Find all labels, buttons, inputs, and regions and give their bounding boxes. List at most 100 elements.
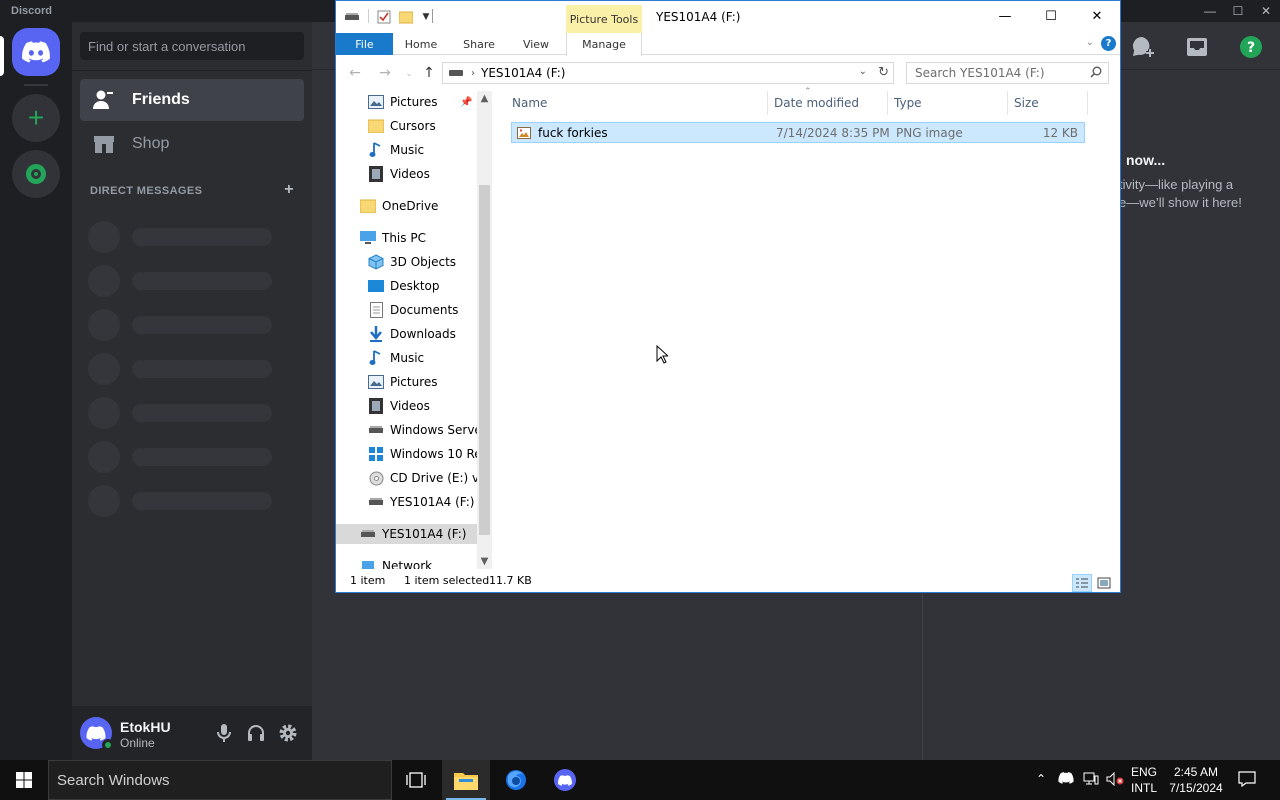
nav-item-pictures[interactable]: Pictures	[368, 92, 438, 112]
nav-item-yes101a4-selected[interactable]: YES101A4 (F:)	[336, 524, 477, 544]
recent-locations-icon[interactable]: ⌄	[400, 64, 418, 82]
search-icon[interactable]	[1090, 66, 1102, 81]
nav-item-cursors[interactable]: Cursors	[368, 116, 436, 136]
nav-item-3d-objects[interactable]: 3D Objects	[368, 252, 456, 272]
column-date-modified[interactable]: Date modified	[768, 91, 888, 115]
discord-home-button[interactable]	[12, 28, 60, 76]
input-language[interactable]: ENG INTL	[1128, 764, 1160, 796]
up-arrow-icon[interactable]: ↑	[420, 64, 438, 82]
notifications-icon[interactable]	[1238, 771, 1256, 790]
chevron-down-icon[interactable]: ⌄	[859, 66, 867, 77]
folder-icon	[454, 773, 478, 790]
nav-item-windows-10[interactable]: Windows 10 Red	[368, 444, 489, 464]
firefox-taskbar-button[interactable]	[492, 760, 540, 800]
column-name[interactable]: Name	[506, 91, 768, 115]
friends-nav-item[interactable]: Friends	[80, 79, 304, 121]
explore-button[interactable]	[12, 150, 60, 198]
active-now-title: now...	[1126, 152, 1166, 168]
chevron-down-icon[interactable]: ⌄	[1086, 37, 1094, 48]
pc-icon	[360, 230, 376, 246]
column-type[interactable]: Type	[888, 91, 1008, 115]
column-size[interactable]: Size	[1008, 91, 1088, 115]
nav-item-desktop[interactable]: Desktop	[368, 276, 440, 296]
minimize-icon[interactable]: —	[1196, 0, 1224, 22]
breadcrumb-separator-icon[interactable]: ›	[471, 68, 475, 79]
keyboard-layout: INTL	[1130, 781, 1157, 795]
task-view-icon	[406, 772, 426, 788]
clock[interactable]: 2:45 AM 7/15/2024	[1164, 764, 1228, 796]
add-server-button[interactable]: +	[12, 94, 60, 142]
help-icon[interactable]: ?	[1238, 34, 1264, 60]
shop-label: Shop	[132, 135, 170, 152]
conversation-search[interactable]: Find or start a conversation	[80, 32, 304, 60]
inbox-icon[interactable]	[1184, 34, 1210, 60]
address-bar[interactable]: › YES101A4 (F:) ⌄ ↻	[442, 62, 894, 84]
avatar[interactable]	[80, 717, 114, 751]
search-input[interactable]: Search YES101A4 (F:)	[906, 62, 1109, 84]
back-arrow-icon[interactable]: ←	[346, 64, 364, 82]
tab-manage[interactable]: Manage	[566, 33, 642, 56]
headphones-icon[interactable]	[244, 721, 268, 745]
details-view-icon[interactable]	[1072, 574, 1092, 592]
nav-item-label: Desktop	[390, 279, 440, 293]
ribbon-tabs: File Home Share View Manage ⌄ ?	[336, 33, 1120, 56]
windows-drive-icon	[368, 446, 384, 462]
nav-item-music[interactable]: Music	[368, 140, 424, 160]
active-indicator	[0, 36, 4, 76]
nav-item-windows-server[interactable]: Windows Server	[368, 420, 487, 440]
maximize-icon[interactable]: ☐	[1028, 1, 1074, 31]
nav-item-music[interactable]: Music	[368, 348, 424, 368]
breadcrumb-current[interactable]: YES101A4 (F:)	[481, 66, 565, 80]
volume-muted-icon[interactable]	[1106, 771, 1124, 789]
file-row[interactable]: fuck forkies 7/14/2024 8:35 PM PNG image…	[511, 122, 1085, 143]
nav-item-yes101a4[interactable]: YES101A4 (F:)	[368, 492, 474, 512]
nav-item-videos[interactable]: Videos	[368, 396, 430, 416]
nav-item-this-pc[interactable]: This PC	[360, 228, 426, 248]
scrollbar-thumb[interactable]	[479, 185, 490, 535]
minimize-icon[interactable]: —	[982, 1, 1028, 31]
nav-item-cd-drive[interactable]: CD Drive (E:) virt	[368, 468, 492, 488]
scroll-up-icon[interactable]: ▲	[477, 93, 492, 104]
taskbar-search-input[interactable]: Search Windows	[48, 760, 392, 800]
scroll-down-icon[interactable]: ▼	[477, 556, 492, 567]
help-icon[interactable]: ?	[1101, 36, 1116, 51]
discord-tray-icon[interactable]	[1058, 772, 1074, 787]
selected-count: 1 item selected	[404, 574, 490, 587]
gear-icon[interactable]	[276, 721, 300, 745]
nav-item-documents[interactable]: Documents	[368, 300, 458, 320]
file-explorer-taskbar-button[interactable]	[442, 760, 490, 800]
nav-item-onedrive[interactable]: OneDrive	[360, 196, 438, 216]
nav-item-label: YES101A4 (F:)	[382, 527, 467, 541]
address-row: ← → ⌄ ↑ › YES101A4 (F:) ⌄ ↻ Search YES10…	[336, 55, 1120, 91]
forward-arrow-icon[interactable]: →	[376, 64, 394, 82]
tab-view[interactable]: View	[512, 33, 560, 55]
microphone-icon[interactable]	[212, 721, 236, 745]
close-icon[interactable]: ✕	[1252, 0, 1280, 22]
create-dm-button[interactable]: +	[284, 182, 294, 198]
nav-item-network[interactable]: Network	[360, 556, 432, 569]
tab-file[interactable]: File	[336, 33, 393, 55]
nav-item-label: Documents	[390, 303, 459, 317]
videos-icon	[368, 166, 384, 182]
task-view-button[interactable]	[392, 760, 440, 800]
properties-icon[interactable]	[376, 9, 392, 25]
close-icon[interactable]: ✕	[1074, 1, 1120, 31]
nav-item-downloads[interactable]: Downloads	[368, 324, 456, 344]
download-icon	[368, 326, 384, 342]
tab-share[interactable]: Share	[454, 33, 504, 55]
tab-home[interactable]: Home	[396, 33, 446, 55]
new-group-dm-icon[interactable]	[1130, 34, 1156, 60]
column-headers: ⌃ Name Date modified Type Size	[506, 87, 1088, 115]
show-hidden-icons-icon[interactable]: ⌃	[1036, 772, 1046, 786]
start-button[interactable]	[0, 760, 48, 800]
large-icons-view-icon[interactable]	[1094, 574, 1114, 592]
refresh-icon[interactable]: ↻	[878, 65, 889, 80]
nav-item-pictures[interactable]: Pictures	[368, 372, 438, 392]
discord-taskbar-button[interactable]	[541, 760, 589, 800]
shop-nav-item[interactable]: Shop	[80, 123, 304, 165]
new-folder-icon[interactable]	[398, 9, 414, 25]
nav-pane-scrollbar[interactable]: ▲ ▼	[477, 91, 492, 569]
network-tray-icon[interactable]	[1083, 772, 1099, 789]
maximize-icon[interactable]: ☐	[1224, 0, 1252, 22]
nav-item-videos[interactable]: Videos	[368, 164, 430, 184]
